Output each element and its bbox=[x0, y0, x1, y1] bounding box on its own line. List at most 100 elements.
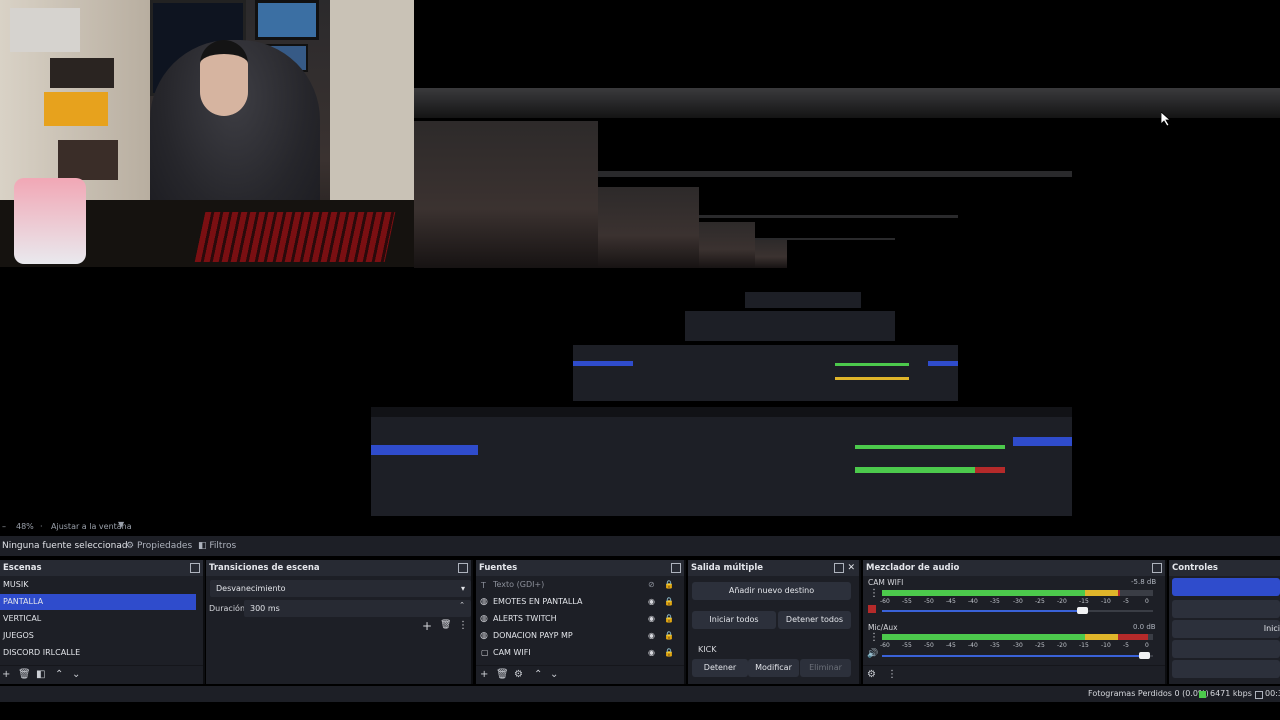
scene-item[interactable]: VERTICAL bbox=[0, 611, 197, 627]
lock-icon[interactable]: 🔒 bbox=[664, 614, 674, 623]
meter-scale-label: -40 bbox=[968, 642, 978, 649]
volume-slider-fill[interactable] bbox=[882, 655, 1145, 657]
undock-icon[interactable] bbox=[671, 563, 681, 573]
recursive-selection bbox=[371, 445, 478, 455]
remove-target-button[interactable]: Eliminar bbox=[800, 659, 851, 677]
down-arrow-icon[interactable]: ⌄ bbox=[550, 669, 558, 680]
controls-button[interactable] bbox=[1172, 640, 1280, 658]
audio-mixer-title: Mezclador de audio bbox=[866, 563, 960, 573]
stream-timer-icon bbox=[1255, 691, 1263, 699]
add-icon[interactable]: + bbox=[2, 669, 10, 680]
up-arrow-icon[interactable]: ⌃ bbox=[534, 669, 542, 680]
more-options-icon[interactable]: ⋮ bbox=[887, 669, 897, 680]
preview-canvas[interactable] bbox=[0, 0, 1280, 518]
source-item[interactable]: ALERTS TWITCH bbox=[476, 611, 689, 627]
lock-icon[interactable]: 🔒 bbox=[664, 597, 674, 606]
source-item[interactable]: DONACION PAYP MP bbox=[476, 628, 689, 644]
scenes-toolbar: + 🗑 ◧ ⌃ ⌄ bbox=[0, 665, 203, 684]
lock-icon[interactable]: 🔒 bbox=[664, 580, 674, 589]
meter-scale-label: -30 bbox=[1013, 598, 1023, 605]
gear-icon[interactable]: ⚙ bbox=[867, 669, 876, 680]
meter-scale-label: -10 bbox=[1101, 598, 1111, 605]
add-destination-button[interactable]: Añadir nuevo destino bbox=[692, 582, 851, 600]
minus-icon[interactable]: – bbox=[2, 522, 6, 531]
meter-scale-label: -45 bbox=[946, 642, 956, 649]
start-streaming-button[interactable] bbox=[1172, 578, 1280, 596]
volume-slider-handle[interactable] bbox=[1139, 652, 1150, 659]
stepper-icon[interactable]: ⌃ bbox=[459, 597, 465, 614]
scene-item[interactable]: MUSIK bbox=[0, 577, 197, 593]
down-arrow-icon[interactable]: ⌄ bbox=[72, 669, 80, 680]
properties-label: Propiedades bbox=[136, 541, 193, 551]
add-icon[interactable]: + bbox=[422, 619, 432, 633]
bitrate: 6471 kbps bbox=[1210, 689, 1252, 698]
meter-scale-label: -55 bbox=[902, 642, 912, 649]
muted-speaker-icon[interactable] bbox=[868, 605, 876, 613]
undock-icon[interactable] bbox=[834, 563, 844, 573]
start-recording-button[interactable]: Inici bbox=[1172, 620, 1280, 638]
recursive-frame bbox=[755, 222, 895, 240]
eye-icon[interactable]: ◉ bbox=[648, 614, 655, 623]
duration-field[interactable]: 300 ms ⌃ bbox=[244, 600, 471, 617]
scene-item[interactable]: PANTALLA bbox=[0, 594, 196, 610]
scene-item[interactable]: DISCORD IRLCALLE bbox=[0, 645, 197, 661]
lock-icon[interactable]: 🔒 bbox=[664, 648, 674, 657]
more-options-icon[interactable]: ⋮ bbox=[458, 620, 468, 631]
recursive-selection bbox=[1013, 437, 1072, 446]
more-options-icon[interactable]: ⋮ bbox=[869, 632, 879, 643]
modify-target-button[interactable]: Modificar bbox=[748, 659, 799, 677]
lock-icon[interactable]: 🔒 bbox=[664, 631, 674, 640]
transition-select[interactable]: Desvanecimiento ▾ bbox=[210, 580, 471, 597]
undock-icon[interactable] bbox=[1152, 563, 1162, 573]
recursive-frame bbox=[699, 187, 958, 218]
add-icon[interactable]: + bbox=[480, 669, 488, 680]
meter-scale-label: -15 bbox=[1079, 598, 1089, 605]
recursive-ui bbox=[745, 292, 861, 308]
webcam-microphone bbox=[14, 178, 86, 264]
close-icon[interactable]: ✕ bbox=[847, 560, 855, 576]
up-arrow-icon[interactable]: ⌃ bbox=[55, 669, 63, 680]
recursive-selection bbox=[928, 361, 958, 366]
controls-button[interactable] bbox=[1172, 660, 1280, 678]
meter-scale-label: -50 bbox=[924, 598, 934, 605]
undock-icon[interactable] bbox=[190, 563, 200, 573]
source-item[interactable]: EMOTES EN PANTALLA bbox=[476, 594, 689, 610]
eye-hidden-icon[interactable]: ⊘ bbox=[648, 580, 655, 589]
scene-item[interactable]: JUEGOS bbox=[0, 628, 197, 644]
gear-icon: ⚙ bbox=[126, 541, 135, 551]
controls-button[interactable] bbox=[1172, 600, 1280, 618]
filters-button[interactable]: ◧ Filtros bbox=[192, 539, 242, 553]
filter-icon[interactable]: ◧ bbox=[36, 669, 45, 680]
source-item[interactable]: Texto (GDI+) bbox=[476, 577, 689, 593]
trash-icon[interactable]: 🗑 bbox=[18, 669, 31, 680]
stop-target-button[interactable]: Detener bbox=[692, 659, 748, 677]
webcam-monitor bbox=[255, 0, 319, 40]
eye-icon[interactable]: ◉ bbox=[648, 648, 655, 657]
volume-slider-handle[interactable] bbox=[1077, 607, 1088, 614]
properties-button[interactable]: ⚙ Propiedades bbox=[120, 539, 198, 553]
eye-icon[interactable]: ◉ bbox=[648, 597, 655, 606]
media-source-icon: ▢ bbox=[481, 648, 489, 657]
dropdown-arrow-icon[interactable]: ▼ bbox=[118, 520, 124, 529]
no-source-label: Ninguna fuente seleccionad bbox=[2, 541, 128, 551]
source-item[interactable]: CAM WIFI bbox=[476, 645, 689, 661]
more-options-icon[interactable]: ⋮ bbox=[869, 588, 879, 599]
browser-source-icon: ◍ bbox=[480, 631, 488, 641]
volume-slider-fill[interactable] bbox=[882, 610, 1083, 612]
webcam-shoebox bbox=[44, 92, 108, 126]
recursive-meter bbox=[835, 377, 909, 380]
meter-scale-label: -15 bbox=[1079, 642, 1089, 649]
speaker-icon[interactable]: 🔊 bbox=[867, 649, 878, 659]
channel-db: 0.0 dB bbox=[1133, 623, 1156, 631]
start-all-button[interactable]: Iniciar todos bbox=[692, 611, 776, 629]
eye-icon[interactable]: ◉ bbox=[648, 631, 655, 640]
trash-icon[interactable]: 🗑 bbox=[496, 669, 509, 680]
source-properties-bar: Ninguna fuente seleccionad ⚙ Propiedades… bbox=[0, 536, 1280, 556]
trash-icon[interactable]: 🗑 bbox=[440, 620, 451, 630]
webcam-keyboard bbox=[194, 212, 396, 262]
undock-icon[interactable] bbox=[458, 563, 468, 573]
stop-all-button[interactable]: Detener todos bbox=[778, 611, 851, 629]
source-label: Texto (GDI+) bbox=[493, 580, 545, 589]
gear-icon[interactable]: ⚙ bbox=[514, 669, 523, 680]
scenes-title: Escenas bbox=[3, 563, 42, 573]
